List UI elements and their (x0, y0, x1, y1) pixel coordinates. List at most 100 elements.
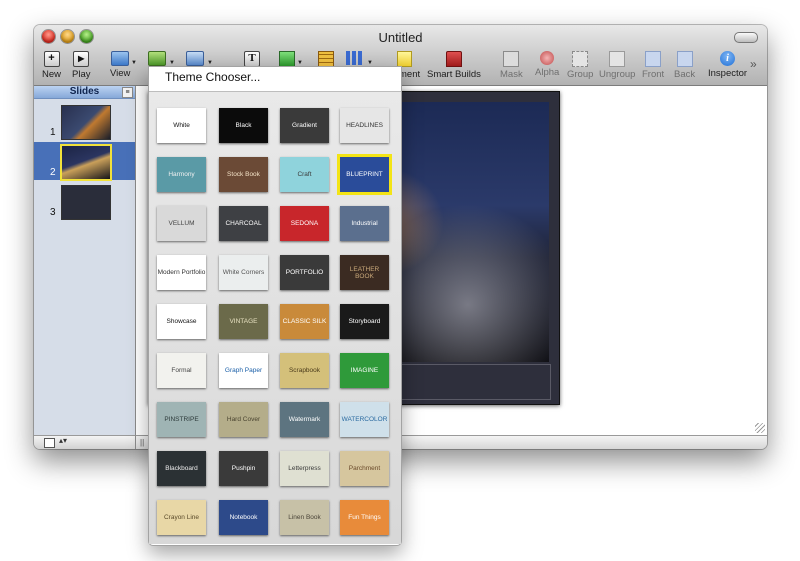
new-label: New (42, 69, 62, 80)
theme-thumbnail-leather-book[interactable]: LEATHER BOOK (340, 255, 389, 290)
theme-thumbnail-harmony[interactable]: Harmony (157, 157, 206, 192)
theme-thumbnail-vellum[interactable]: VELLUM (157, 206, 206, 241)
theme-name: Letterpress (288, 465, 321, 472)
theme-thumbnail-black[interactable]: Black (219, 108, 268, 143)
masters-button[interactable]: ▼ (186, 51, 213, 66)
theme-thumbnail-charcoal[interactable]: CHARCOAL (219, 206, 268, 241)
theme-chooser-item[interactable]: Theme Chooser... (149, 67, 401, 88)
chart-button[interactable]: ▼ (346, 51, 373, 66)
back-label: Back (674, 69, 696, 80)
theme-thumbnail-classic-silk[interactable]: CLASSIC SILK (280, 304, 329, 339)
front-button[interactable]: Front (642, 51, 664, 80)
mask-button[interactable]: Mask (500, 51, 523, 80)
plus-icon: + (43, 51, 60, 67)
theme-thumbnail-vintage[interactable]: VINTAGE (219, 304, 268, 339)
theme-name: Gradient (292, 122, 317, 129)
slide-thumbnail-3[interactable]: 3 (34, 182, 135, 220)
theme-thumbnail-formal[interactable]: Formal (157, 353, 206, 388)
group-button[interactable]: Group (567, 51, 593, 80)
slide-navigator-header: Slides ≡ (34, 86, 135, 99)
view-mode-icon[interactable] (44, 438, 55, 448)
toolbar-toggle-button[interactable] (734, 32, 758, 43)
view-icon (111, 51, 130, 66)
theme-thumbnail-storyboard[interactable]: Storyboard (340, 304, 389, 339)
theme-thumbnail-modern-portfolio[interactable]: Modern Portfolio (157, 255, 206, 290)
smart-builds-label: Smart Builds (427, 69, 481, 80)
theme-thumbnail-watermark[interactable]: Watermark (280, 402, 329, 437)
theme-thumbnail-parchment[interactable]: Parchment (340, 451, 389, 486)
text-icon: T (244, 51, 260, 67)
theme-thumbnail-pinstripe[interactable]: PINSTRIPE (157, 402, 206, 437)
theme-thumbnail-linen-book[interactable]: Linen Book (280, 500, 329, 535)
new-button[interactable]: + New (42, 51, 61, 80)
theme-thumbnail-industrial[interactable]: Industrial (340, 206, 389, 241)
smart-builds-button[interactable]: Smart Builds (427, 51, 481, 80)
theme-grid: White Black Gradient HEADLINES Harmony Stock … (149, 91, 401, 544)
theme-name: Craft (297, 171, 312, 178)
theme-thumbnail-hard-cover[interactable]: Hard Cover (219, 402, 268, 437)
back-button[interactable]: Back (674, 51, 695, 80)
shape-icon (279, 51, 295, 67)
theme-name: VELLUM (168, 220, 195, 227)
resize-grip-icon[interactable] (755, 423, 765, 433)
stepper-icon[interactable]: ▴▾ (59, 436, 67, 445)
smart-builds-icon (445, 51, 462, 67)
overflow-icon: » (750, 57, 757, 71)
theme-thumbnail-craft[interactable]: Craft (280, 157, 329, 192)
slides-title: Slides (69, 86, 100, 97)
theme-thumbnail-blackboard[interactable]: Blackboard (157, 451, 206, 486)
theme-thumbnail-graph-paper[interactable]: Graph Paper (219, 353, 268, 388)
theme-name: WATERCOLOR (341, 416, 388, 423)
theme-name: Scrapbook (288, 367, 321, 374)
theme-thumbnail-scrapbook[interactable]: Scrapbook (280, 353, 329, 388)
table-icon (318, 51, 334, 67)
play-button[interactable]: ▶ Play (72, 51, 90, 80)
slide-number: 2 (50, 167, 56, 178)
ungroup-icon (609, 51, 626, 67)
theme-thumbnail-blueprint[interactable]: BLUEPRINT (337, 154, 392, 195)
theme-thumbnail-fun-things[interactable]: Fun Things (340, 500, 389, 535)
theme-thumbnail-imagine[interactable]: IMAGINE (340, 353, 389, 388)
theme-thumbnail-watercolor[interactable]: WATERCOLOR (340, 402, 389, 437)
comment-label: ment (399, 69, 421, 80)
view-button[interactable]: ▼ View (110, 51, 137, 79)
themes-button[interactable]: ▼ (148, 51, 175, 66)
navigator-options-button[interactable]: ≡ (122, 87, 133, 98)
shapes-button[interactable]: ▼ (279, 51, 303, 67)
theme-thumbnail-white-corners[interactable]: White Corners (219, 255, 268, 290)
ungroup-button[interactable]: Ungroup (599, 51, 635, 80)
theme-thumbnail-crayon-line[interactable]: Crayon Line (157, 500, 206, 535)
table-button[interactable] (318, 51, 334, 67)
theme-name: LEATHER BOOK (349, 265, 380, 280)
theme-thumbnail-sedona[interactable]: SEDONA (280, 206, 329, 241)
theme-thumbnail-pushpin[interactable]: Pushpin (219, 451, 268, 486)
theme-thumbnail-notebook[interactable]: Notebook (219, 500, 268, 535)
mask-icon (503, 51, 520, 67)
theme-thumbnail-white[interactable]: White (157, 108, 206, 143)
alpha-button[interactable]: Alpha (535, 51, 559, 78)
theme-thumbnail-headlines[interactable]: HEADLINES (340, 108, 389, 143)
theme-chooser-menu: Theme Chooser... White Black Gradient HEADL… (148, 66, 402, 546)
theme-thumbnail-gradient[interactable]: Gradient (280, 108, 329, 143)
group-label: Group (567, 69, 594, 80)
split-handle-icon[interactable]: || (140, 438, 144, 447)
theme-thumbnail-letterpress[interactable]: Letterpress (280, 451, 329, 486)
inspector-button[interactable]: i Inspector (708, 51, 747, 79)
theme-name: Formal (171, 367, 192, 374)
info-icon: i (720, 51, 736, 66)
slide-thumbnail-1[interactable]: 1 (34, 102, 135, 140)
theme-name: Linen Book (288, 514, 321, 521)
theme-name: Modern Portfolio (157, 269, 206, 276)
theme-name: Fun Things (348, 514, 381, 521)
toolbar-overflow-button[interactable]: » (750, 57, 757, 71)
theme-thumbnail-portfolio[interactable]: PORTFOLIO (280, 255, 329, 290)
theme-thumbnail-stock-book[interactable]: Stock Book (219, 157, 268, 192)
slide-thumbnail-2[interactable]: 2 (34, 142, 135, 181)
text-box-button[interactable]: T (244, 51, 260, 67)
send-back-icon (676, 51, 693, 67)
theme-name: PORTFOLIO (285, 269, 324, 276)
theme-thumbnail-showcase[interactable]: Showcase (157, 304, 206, 339)
theme-name: SEDONA (290, 220, 319, 227)
theme-name: White Corners (222, 269, 265, 276)
theme-name: Parchment (348, 465, 381, 472)
